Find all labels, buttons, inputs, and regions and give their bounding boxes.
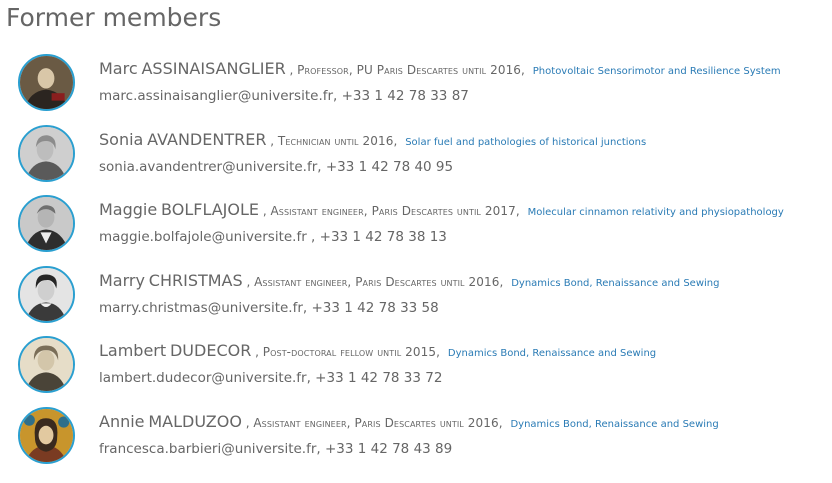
member-item: Marry CHRISTMAS , Assistant engineer, Pa… <box>18 265 828 337</box>
member-item: Maggie BOLFLAJOLE , Assistant engineer, … <box>18 195 828 266</box>
member-role: Technician until 2016, <box>277 133 398 148</box>
avatar[interactable] <box>18 336 75 394</box>
member-role: Post-doctoral fellow until 2015, <box>262 345 441 360</box>
member-info: Marry CHRISTMAS , Assistant engineer, Pa… <box>99 270 719 321</box>
avatar[interactable] <box>18 124 75 182</box>
member-item: Marc ASSINAISANGLIER , Professor, PU Par… <box>18 54 828 125</box>
page-title: Former members <box>6 3 222 32</box>
member-contact: sonia.avandentrer@universite.fr, +33 1 4… <box>99 158 454 175</box>
member-first-name: Marry <box>99 270 145 290</box>
portrait-image <box>20 126 73 180</box>
member-info: Maggie BOLFLAJOLE , Assistant engineer, … <box>99 199 784 250</box>
member-last-name: DUDECOR <box>169 341 252 361</box>
member-first-name: Lambert <box>99 341 167 361</box>
avatar[interactable] <box>18 195 75 253</box>
member-contact: marc.assinaisanglier@universite.fr, +33 … <box>99 88 469 104</box>
team-link[interactable]: Dynamics Bond, Renaissance and Sewing <box>448 348 656 359</box>
member-info: Sonia AVANDENTRER , Technician until 201… <box>99 129 646 180</box>
member-role: Assistant engineer, Paris Descartes unti… <box>254 274 504 289</box>
member-item: Lambert DUDECOR , Post-doctoral fellow u… <box>18 336 828 407</box>
member-last-name: AVANDENTRER <box>147 129 267 149</box>
team-link[interactable]: Photovoltaic Sensorimotor and Resilience… <box>533 66 781 77</box>
team-link[interactable]: Molecular cinnamon relativity and physio… <box>528 207 784 218</box>
team-link[interactable]: Solar fuel and pathologies of historical… <box>405 137 646 148</box>
member-item: Sonia AVANDENTRER , Technician until 201… <box>18 124 828 196</box>
member-role: Professor, PU Paris Descartes until 2016… <box>297 63 525 77</box>
member-first-name: Marc <box>99 59 138 78</box>
portrait-image <box>20 408 73 462</box>
member-role: Assistant engineer, Paris Descartes unti… <box>270 204 520 219</box>
member-last-name: MALDUZOO <box>148 411 242 431</box>
member-first-name: Maggie <box>99 200 158 220</box>
avatar[interactable] <box>18 54 75 111</box>
member-info: Marc ASSINAISANGLIER , Professor, PU Par… <box>99 58 781 109</box>
members-list: Marc ASSINAISANGLIER , Professor, PU Par… <box>18 54 828 478</box>
avatar[interactable] <box>18 406 75 464</box>
member-last-name: CHRISTMAS <box>148 270 243 290</box>
portrait-image <box>20 338 73 392</box>
portrait-image <box>20 197 73 251</box>
member-last-name: BOLFLAJOLE <box>161 200 260 220</box>
member-info: Lambert DUDECOR , Post-doctoral fellow u… <box>99 340 656 391</box>
avatar[interactable] <box>18 265 75 323</box>
team-link[interactable]: Dynamics Bond, Renaissance and Sewing <box>510 419 718 430</box>
portrait-image <box>20 267 73 321</box>
member-contact: marry.christmas@universite.fr, +33 1 42 … <box>99 299 439 316</box>
member-info: Annie MALDUZOO , Assistant engineer, Par… <box>99 411 719 462</box>
member-first-name: Annie <box>99 411 145 431</box>
team-link[interactable]: Dynamics Bond, Renaissance and Sewing <box>511 278 719 289</box>
member-last-name: ASSINAISANGLIER <box>141 59 286 78</box>
member-contact: maggie.bolfajole@universite.fr , +33 1 4… <box>99 229 447 246</box>
member-role: Assistant engineer, Paris Descartes unti… <box>253 415 503 430</box>
member-contact: francesca.barbieri@universite.fr, +33 1 … <box>99 440 453 457</box>
member-item: Annie MALDUZOO , Assistant engineer, Par… <box>18 406 828 478</box>
portrait-image <box>20 56 73 109</box>
member-first-name: Sonia <box>99 129 144 149</box>
member-contact: lambert.dudecor@universite.fr, +33 1 42 … <box>99 370 443 387</box>
